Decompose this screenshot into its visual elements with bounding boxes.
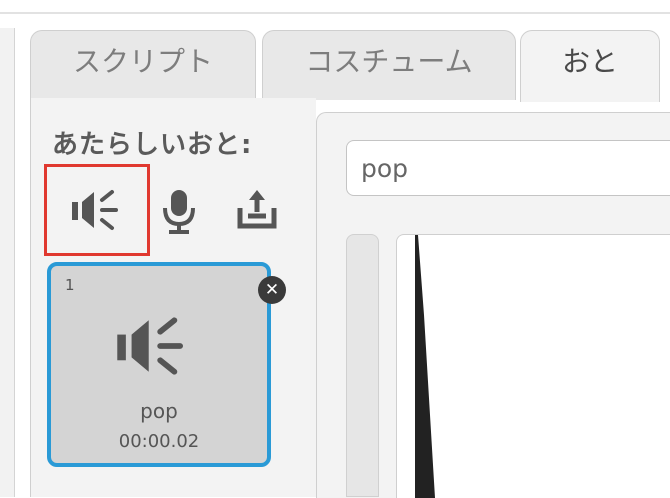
window-top-edge [0, 0, 670, 14]
record-sound-button[interactable] [140, 166, 218, 254]
tab-costumes[interactable]: コスチューム [262, 30, 516, 100]
tab-scripts[interactable]: スクリプト [30, 30, 256, 100]
annotation-highlight-box [44, 164, 150, 256]
new-sound-label: あたらしいおと: [52, 130, 253, 160]
sound-tile-pop[interactable]: 1 pop 00:00.02 [47, 262, 271, 467]
volume-scrollbar[interactable] [346, 234, 379, 497]
sound-name-label: pop [140, 399, 178, 423]
tab-sounds[interactable]: おと [520, 30, 660, 102]
sound-name-input[interactable] [346, 140, 670, 196]
sound-index: 1 [65, 276, 75, 294]
speaker-icon [117, 317, 183, 375]
upload-sound-button[interactable] [218, 166, 296, 254]
stage-panel-edge [0, 28, 15, 497]
waveform-graphic [415, 235, 435, 498]
delete-sound-button[interactable]: ✕ [258, 276, 286, 304]
waveform-canvas[interactable] [396, 234, 670, 498]
sound-duration-label: 00:00.02 [118, 431, 200, 452]
microphone-icon [163, 190, 195, 234]
upload-icon [237, 190, 277, 229]
